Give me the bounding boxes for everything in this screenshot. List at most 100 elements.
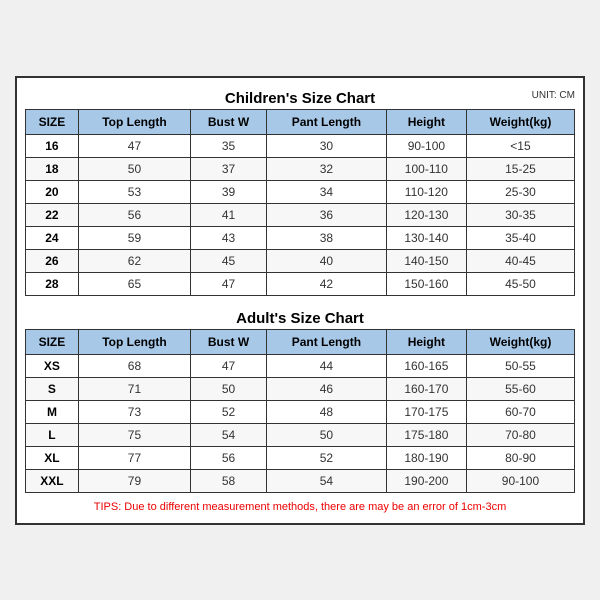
- table-cell: XS: [26, 354, 79, 377]
- table-cell: <15: [466, 134, 574, 157]
- table-cell: 75: [78, 423, 190, 446]
- adult-title-text: Adult's Size Chart: [236, 310, 364, 327]
- table-cell: 45: [191, 249, 267, 272]
- table-cell: 39: [191, 180, 267, 203]
- table-cell: 68: [78, 354, 190, 377]
- table-cell: 150-160: [386, 272, 466, 295]
- children-header-row: SIZE Top Length Bust W Pant Length Heigh…: [26, 109, 575, 134]
- table-cell: 32: [266, 157, 386, 180]
- table-row: 26624540140-15040-45: [26, 249, 575, 272]
- unit-label-children: UNIT: CM: [532, 90, 575, 101]
- table-cell: 160-165: [386, 354, 466, 377]
- children-title: Children's Size Chart UNIT: CM: [25, 86, 575, 109]
- table-cell: 58: [191, 469, 267, 492]
- table-cell: 30-35: [466, 203, 574, 226]
- table-cell: 46: [266, 377, 386, 400]
- table-cell: 120-130: [386, 203, 466, 226]
- col-weight-adult: Weight(kg): [466, 329, 574, 354]
- children-table: SIZE Top Length Bust W Pant Length Heigh…: [25, 109, 575, 296]
- table-cell: 56: [191, 446, 267, 469]
- table-cell: 60-70: [466, 400, 574, 423]
- table-cell: XL: [26, 446, 79, 469]
- table-cell: 50: [78, 157, 190, 180]
- table-row: M735248170-17560-70: [26, 400, 575, 423]
- table-row: 22564136120-13030-35: [26, 203, 575, 226]
- table-cell: 100-110: [386, 157, 466, 180]
- table-cell: 53: [78, 180, 190, 203]
- table-cell: 130-140: [386, 226, 466, 249]
- tips-text: TIPS: Due to different measurement metho…: [25, 497, 575, 515]
- table-row: 24594338130-14035-40: [26, 226, 575, 249]
- col-height-adult: Height: [386, 329, 466, 354]
- table-cell: 50: [191, 377, 267, 400]
- table-cell: 79: [78, 469, 190, 492]
- table-cell: 90-100: [466, 469, 574, 492]
- table-row: 28654742150-16045-50: [26, 272, 575, 295]
- children-title-text: Children's Size Chart: [225, 90, 375, 107]
- col-bustw-children: Bust W: [191, 109, 267, 134]
- table-cell: 140-150: [386, 249, 466, 272]
- col-toplength-children: Top Length: [78, 109, 190, 134]
- col-size-children: SIZE: [26, 109, 79, 134]
- chart-wrapper: Children's Size Chart UNIT: CM SIZE Top …: [15, 76, 585, 525]
- table-row: L755450175-18070-80: [26, 423, 575, 446]
- table-cell: 65: [78, 272, 190, 295]
- table-row: XS684744160-16550-55: [26, 354, 575, 377]
- table-cell: 80-90: [466, 446, 574, 469]
- table-cell: 35: [191, 134, 267, 157]
- table-row: 20533934110-12025-30: [26, 180, 575, 203]
- table-cell: 110-120: [386, 180, 466, 203]
- table-cell: 175-180: [386, 423, 466, 446]
- col-pantlength-adult: Pant Length: [266, 329, 386, 354]
- table-cell: 40: [266, 249, 386, 272]
- table-cell: 47: [191, 272, 267, 295]
- table-row: XL775652180-19080-90: [26, 446, 575, 469]
- table-cell: 47: [78, 134, 190, 157]
- table-cell: 18: [26, 157, 79, 180]
- table-cell: 77: [78, 446, 190, 469]
- table-cell: 52: [191, 400, 267, 423]
- col-pantlength-children: Pant Length: [266, 109, 386, 134]
- table-cell: L: [26, 423, 79, 446]
- children-tbody: 1647353090-100<1518503732100-11015-25205…: [26, 134, 575, 295]
- adult-header-row: SIZE Top Length Bust W Pant Length Heigh…: [26, 329, 575, 354]
- table-cell: 45-50: [466, 272, 574, 295]
- table-cell: 38: [266, 226, 386, 249]
- col-weight-children: Weight(kg): [466, 109, 574, 134]
- table-cell: 36: [266, 203, 386, 226]
- table-row: 1647353090-100<15: [26, 134, 575, 157]
- table-cell: 180-190: [386, 446, 466, 469]
- adult-title: Adult's Size Chart: [25, 306, 575, 329]
- table-cell: 37: [191, 157, 267, 180]
- table-cell: 34: [266, 180, 386, 203]
- table-cell: 73: [78, 400, 190, 423]
- table-row: S715046160-17055-60: [26, 377, 575, 400]
- table-cell: 50-55: [466, 354, 574, 377]
- col-toplength-adult: Top Length: [78, 329, 190, 354]
- table-cell: 47: [191, 354, 267, 377]
- table-cell: 16: [26, 134, 79, 157]
- table-cell: 30: [266, 134, 386, 157]
- table-cell: 25-30: [466, 180, 574, 203]
- table-cell: 26: [26, 249, 79, 272]
- table-row: XXL795854190-20090-100: [26, 469, 575, 492]
- table-row: 18503732100-11015-25: [26, 157, 575, 180]
- adult-tbody: XS684744160-16550-55S715046160-17055-60M…: [26, 354, 575, 492]
- table-cell: 35-40: [466, 226, 574, 249]
- table-cell: 41: [191, 203, 267, 226]
- table-cell: 170-175: [386, 400, 466, 423]
- table-cell: 55-60: [466, 377, 574, 400]
- col-bustw-adult: Bust W: [191, 329, 267, 354]
- adult-table: SIZE Top Length Bust W Pant Length Heigh…: [25, 329, 575, 493]
- table-cell: XXL: [26, 469, 79, 492]
- table-cell: 90-100: [386, 134, 466, 157]
- table-cell: 54: [266, 469, 386, 492]
- table-cell: 20: [26, 180, 79, 203]
- table-cell: 28: [26, 272, 79, 295]
- table-cell: 190-200: [386, 469, 466, 492]
- table-cell: S: [26, 377, 79, 400]
- table-cell: 52: [266, 446, 386, 469]
- table-cell: 24: [26, 226, 79, 249]
- table-cell: 48: [266, 400, 386, 423]
- table-cell: 40-45: [466, 249, 574, 272]
